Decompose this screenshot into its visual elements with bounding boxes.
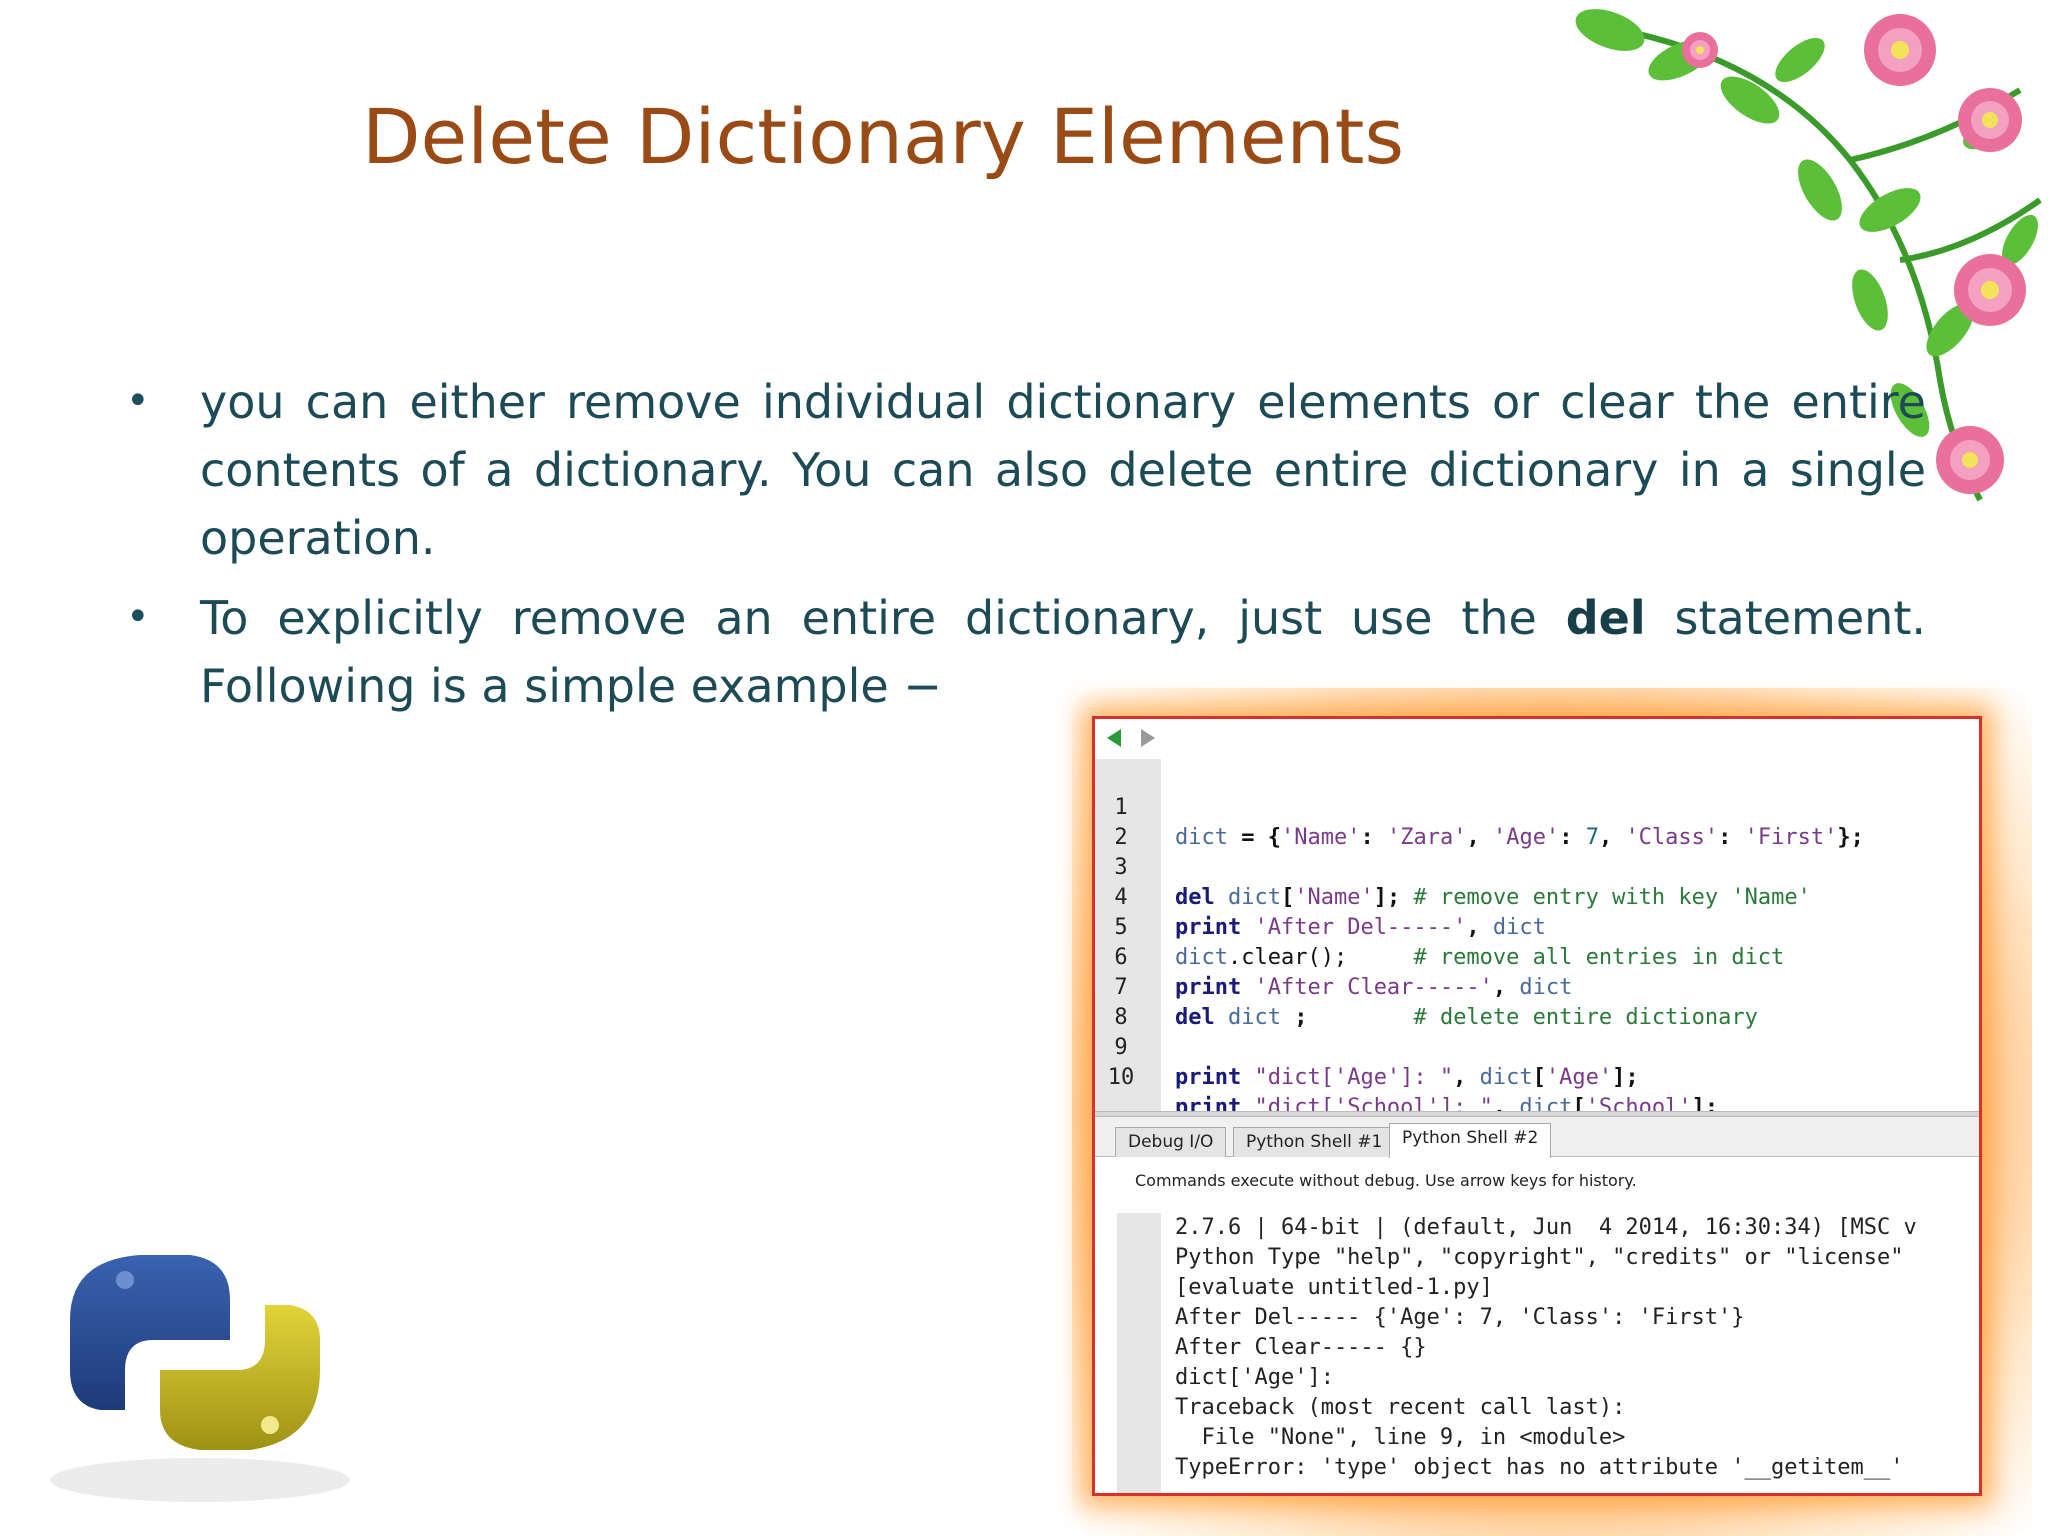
code-line: 7 del dict ; # delete entire dictionary [1095, 943, 1979, 1030]
code-editor[interactable]: 1 dict = {'Name': 'Zara', 'Age': 7, 'Cla… [1095, 759, 1979, 1120]
tab-python-shell-2[interactable]: Python Shell #2 [1389, 1123, 1552, 1158]
code-line: 5 dict.clear(); # remove all entries in … [1095, 883, 1979, 970]
shell-line: TypeError: 'type' object has no attribut… [1175, 1455, 1904, 1480]
shell-line: dict['Age']: [1175, 1365, 1334, 1390]
bullet-marker: • [126, 594, 150, 640]
shell-tab-bar: Debug I/O Python Shell #1 Python Shell #… [1095, 1117, 1979, 1158]
code-line: 2 [1095, 793, 1979, 850]
slide: Delete Dictionary Elements • you can eit… [0, 0, 2048, 1536]
tab-python-shell-1[interactable]: Python Shell #1 [1233, 1127, 1396, 1157]
shell-line: Traceback (most recent call last): [1175, 1395, 1626, 1420]
code-line: 3 del dict['Name']; # remove entry with … [1095, 823, 1979, 910]
bullet-list: • you can either remove individual dicti… [118, 368, 1926, 732]
shell-gutter [1117, 1213, 1161, 1493]
bullet-text: you can either remove individual diction… [200, 375, 1926, 565]
shell-line: [evaluate untitled-1.py] [1175, 1275, 1493, 1300]
line-number: 10 [1107, 1065, 1135, 1090]
shell-line: After Clear----- {} [1175, 1335, 1427, 1360]
ide-toolbar [1095, 719, 1979, 755]
code-line: 10 print "dict['School']: ", dict['Schoo… [1095, 1033, 1979, 1120]
bullet-marker: • [126, 378, 150, 424]
shell-line: Python Type "help", "copyright", "credit… [1175, 1245, 1904, 1270]
code-line: 4 print 'After Del-----', dict [1095, 853, 1979, 940]
python-logo [50, 1255, 350, 1502]
code-line: 8 [1095, 973, 1979, 1030]
shell-line: After Del----- {'Age': 7, 'Class': 'Firs… [1175, 1305, 1745, 1330]
slide-title: Delete Dictionary Elements [362, 92, 1405, 181]
bullet-text-part: To explicitly remove an entire dictionar… [200, 591, 1566, 645]
tab-debug-io[interactable]: Debug I/O [1115, 1127, 1227, 1157]
ide-screenshot: 1 dict = {'Name': 'Zara', 'Age': 7, 'Cla… [1092, 716, 1982, 1496]
forward-arrow-icon[interactable] [1141, 729, 1155, 747]
del-keyword: del [1565, 591, 1646, 645]
python-shell-output[interactable]: 2.7.6 | 64-bit | (default, Jun 4 2014, 1… [1095, 1213, 1979, 1493]
code-line: 6 print 'After Clear-----', dict [1095, 913, 1979, 1000]
shell-line: File "None", line 9, in <module> [1175, 1425, 1626, 1450]
shell-info-text: Commands execute without debug. Use arro… [1135, 1171, 1637, 1190]
bullet-item: • you can either remove individual dicti… [118, 368, 1926, 572]
code-line: 1 dict = {'Name': 'Zara', 'Age': 7, 'Cla… [1095, 763, 1979, 850]
shell-line: 2.7.6 | 64-bit | (default, Jun 4 2014, 1… [1175, 1215, 1917, 1240]
back-arrow-icon[interactable] [1107, 729, 1121, 747]
code-line: 9 print "dict['Age']: ", dict['Age']; [1095, 1003, 1979, 1090]
